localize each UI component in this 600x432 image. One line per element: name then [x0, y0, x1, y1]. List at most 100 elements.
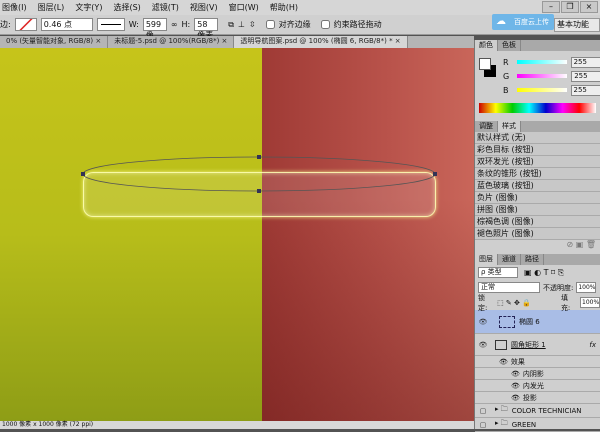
close-button[interactable]: × — [580, 1, 598, 13]
tab-adjustments[interactable]: 调整 — [475, 121, 498, 132]
b-slider[interactable] — [517, 88, 567, 92]
visibility-box[interactable]: ▢ — [475, 407, 491, 415]
layer-filter-dropdown[interactable]: ρ 类型 — [478, 267, 518, 278]
cloud-icon: ☁ — [496, 14, 506, 30]
effect-name: 内发光 — [523, 381, 544, 391]
layer-name: 椭圆 6 — [519, 317, 540, 327]
right-panels: 颜色色板 R255 G255 B255 调整样式 默认样式 (无)彩色目标 (按… — [474, 40, 600, 429]
menu-select[interactable]: 选择(S) — [113, 2, 140, 13]
restore-button[interactable]: ❐ — [561, 1, 579, 13]
styles-footer-icons[interactable]: ⊘ ▣ 🗑 — [475, 240, 600, 254]
tab-layers[interactable]: 图层 — [475, 254, 498, 265]
effect-row[interactable]: 👁内阴影 — [475, 368, 600, 380]
link-icon[interactable]: ∞ — [171, 20, 178, 29]
tab-styles[interactable]: 样式 — [498, 121, 521, 132]
menu-window[interactable]: 窗口(W) — [229, 2, 259, 13]
constrain-path-checkbox[interactable] — [321, 20, 330, 29]
shape-thumbnail-icon — [495, 340, 507, 350]
menu-bar: 图像(I) 图层(L) 文字(Y) 选择(S) 滤镜(T) 视图(V) 窗口(W… — [0, 0, 600, 15]
group-name: GREEN — [512, 421, 536, 429]
g-input[interactable]: 255 — [571, 71, 600, 82]
constrain-path-label: 约束路径拖动 — [334, 19, 382, 30]
lock-icons[interactable]: ⬚ ✎ ✥ 🔒 — [497, 299, 558, 307]
tab-swatches[interactable]: 色板 — [498, 40, 521, 51]
tab-vector-object[interactable]: 0% (矢量智能对象, RGB/8) × — [0, 36, 108, 48]
menu-help[interactable]: 帮助(H) — [270, 2, 298, 13]
tab-channels[interactable]: 通道 — [498, 254, 521, 265]
fx-icon[interactable]: fx — [589, 341, 596, 349]
foreground-color-swatch[interactable] — [479, 58, 491, 70]
menu-filter[interactable]: 滤镜(T) — [152, 2, 179, 13]
align-edges-checkbox[interactable] — [266, 20, 275, 29]
b-input[interactable]: 255 — [571, 85, 600, 96]
tab-transparent-nav[interactable]: 透明导航图案.psd @ 100% (椭圆 6, RGB/8*) * × — [234, 36, 407, 48]
style-item[interactable]: 蓝色玻璃 (按钮) — [475, 180, 600, 192]
filter-icons[interactable]: ▣ ◐ T ⌑ ⎘ — [524, 268, 564, 278]
ellipse-path[interactable] — [0, 48, 474, 421]
eye-icon[interactable]: 👁 — [511, 382, 520, 390]
height-label: H: — [182, 20, 191, 29]
style-item[interactable]: 默认样式 (无) — [475, 132, 600, 144]
path-alignment-icon[interactable]: ⊥ — [238, 20, 245, 29]
effect-name: 效果 — [511, 357, 525, 367]
menu-layer[interactable]: 图层(L) — [38, 2, 65, 13]
menu-type[interactable]: 文字(Y) — [75, 2, 102, 13]
group-green[interactable]: ▢ ▸ 🗀 GREEN — [475, 418, 600, 432]
stroke-width-input[interactable]: 0.46 点 — [41, 18, 93, 31]
eye-icon[interactable]: 👁 — [475, 341, 491, 349]
eye-icon[interactable]: 👁 — [499, 358, 508, 366]
cloud-upload-button[interactable]: ☁ 百度云上传 — [492, 14, 554, 30]
style-item[interactable]: 拼图 (图像) — [475, 204, 600, 216]
style-item[interactable]: 棕褐色调 (图像) — [475, 216, 600, 228]
workspace-dropdown[interactable]: 基本功能 — [554, 18, 600, 32]
lock-label: 锁定: — [478, 293, 494, 313]
document-canvas[interactable] — [0, 48, 474, 421]
group-name: COLOR TECHNICIAN — [512, 407, 582, 415]
menu-image[interactable]: 图像(I) — [2, 2, 27, 13]
r-slider[interactable] — [517, 60, 567, 64]
stroke-color-swatch[interactable] — [15, 18, 37, 31]
style-item[interactable]: 褪色照片 (图像) — [475, 228, 600, 240]
layer-name: 圆角矩形 1 — [511, 340, 589, 350]
shape-thumbnail-icon — [499, 316, 515, 328]
group-color-technician[interactable]: ▢ ▸ 🗀 COLOR TECHNICIAN — [475, 404, 600, 418]
style-item[interactable]: 条纹的锥形 (按钮) — [475, 168, 600, 180]
eye-icon[interactable]: 👁 — [511, 370, 520, 378]
blend-mode-dropdown[interactable]: 正常 — [478, 282, 540, 293]
layer-ellipse-6[interactable]: 👁 椭圆 6 — [475, 310, 600, 334]
eye-icon[interactable]: 👁 — [511, 394, 520, 402]
effect-name: 内阴影 — [523, 369, 544, 379]
eye-icon[interactable]: 👁 — [475, 318, 491, 326]
b-label: B — [503, 86, 509, 95]
minimize-button[interactable]: – — [542, 1, 560, 13]
effect-row[interactable]: 👁效果 — [475, 356, 600, 368]
tab-color[interactable]: 颜色 — [475, 40, 498, 51]
g-slider[interactable] — [517, 74, 567, 78]
opacity-label: 不透明度: — [543, 283, 573, 293]
style-item[interactable]: 双环发光 (按钮) — [475, 156, 600, 168]
fill-label: 填充: — [561, 293, 577, 313]
fill-input[interactable]: 100% — [580, 297, 600, 308]
r-label: R — [503, 58, 509, 67]
cloud-upload-label: 百度云上传 — [514, 18, 549, 26]
visibility-box[interactable]: ▢ — [475, 421, 491, 429]
r-input[interactable]: 255 — [571, 57, 600, 68]
folder-icon: ▸ 🗀 — [495, 419, 508, 430]
style-item[interactable]: 负片 (图像) — [475, 192, 600, 204]
menu-view[interactable]: 视图(V) — [190, 2, 218, 13]
stroke-label: 边: — [0, 19, 11, 30]
effect-row[interactable]: 👁内发光 — [475, 380, 600, 392]
width-input[interactable]: 599 像 — [143, 18, 167, 31]
tab-untitled-5[interactable]: 未标题-5.psd @ 100%(RGB/8*) × — [108, 36, 234, 48]
effect-row[interactable]: 👁投影 — [475, 392, 600, 404]
style-item[interactable]: 彩色目标 (按钮) — [475, 144, 600, 156]
tab-paths[interactable]: 路径 — [521, 254, 544, 265]
height-input[interactable]: 58 像素 — [194, 18, 218, 31]
path-arrangement-icon[interactable]: ⇳ — [249, 20, 256, 29]
stroke-type-dropdown[interactable] — [97, 18, 125, 31]
opacity-input[interactable]: 100% — [576, 282, 596, 293]
layer-rounded-rect-1[interactable]: 👁 圆角矩形 1fx — [475, 334, 600, 356]
color-spectrum[interactable] — [479, 103, 596, 113]
folder-icon: ▸ 🗀 — [495, 405, 508, 416]
path-operations-icon[interactable]: ⧉ — [228, 20, 234, 30]
